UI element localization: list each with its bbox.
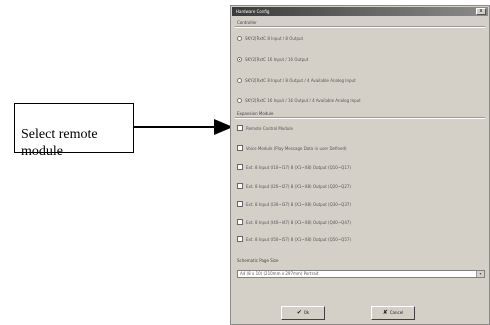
controller-option-label: SKY2[RxtC 8 Input / 8 Output [245, 35, 304, 41]
checkbox[interactable] [237, 164, 243, 170]
controller-option-label: SKY2[RxtC 16 Input / 16 Output [245, 56, 309, 62]
checkbox[interactable] [237, 219, 243, 225]
ok-button[interactable]: ✔ Ok [281, 306, 325, 320]
close-icon: x [479, 8, 483, 14]
controller-option-3[interactable]: SKY2[RxtC 8 Input / 8 Output / 4 Availab… [237, 76, 356, 84]
controller-option-1[interactable]: SKY2[RxtC 8 Input / 8 Output [237, 34, 303, 42]
cancel-button[interactable]: ✘ Cancel [371, 306, 415, 320]
controller-group-divider [235, 26, 485, 28]
controller-group-label: Controller [237, 20, 257, 25]
expansion-option-remote-control[interactable]: Remote Control Module [237, 124, 293, 132]
radio-button-selected[interactable] [237, 56, 242, 62]
radio-button[interactable] [237, 77, 242, 83]
callout-arrow [134, 119, 233, 135]
chevron-down-icon[interactable]: ▾ [476, 271, 484, 277]
check-icon: ✔ [296, 309, 302, 316]
controller-option-label: SKY2[RxtC 16 Input / 16 Output / 4 Avail… [245, 97, 361, 103]
radio-button[interactable] [237, 35, 242, 41]
expansion-option-ext-5[interactable]: Ext. 8 Input (I50~I57) 8 (X1~X8) Output … [237, 235, 351, 243]
hardware-config-dialog: Hardware Config x Controller SKY2[RxtC 8… [230, 5, 490, 325]
expansion-option-label: Ext. 8 Input (I10~I17) 8 (X1~X8) Output … [246, 164, 351, 170]
radio-button[interactable] [237, 97, 242, 103]
checkbox[interactable] [237, 201, 243, 207]
checkbox[interactable] [237, 183, 243, 189]
expansion-option-label: Ext. 8 Input (I50~I57) 8 (X1~X8) Output … [246, 236, 351, 242]
controller-option-2[interactable]: SKY2[RxtC 16 Input / 16 Output [237, 55, 308, 63]
page-size-label: Schematic Page Size [237, 258, 279, 263]
page-size-select[interactable]: A4 (8 x 10) (210mm x 297mm) Portrait ▾ [237, 270, 485, 278]
checkbox[interactable] [237, 236, 243, 242]
checkbox[interactable] [237, 145, 243, 151]
cancel-button-label: Cancel [389, 310, 404, 315]
controller-option-label: SKY2[RxtC 8 Input / 8 Output / 4 Availab… [245, 77, 356, 83]
expansion-option-label: Ext. 8 Input (I40~I47) 8 (X1~X8) Output … [246, 219, 351, 225]
page-size-value: A4 (8 x 10) (210mm x 297mm) Portrait [240, 271, 319, 276]
expansion-option-ext-4[interactable]: Ext. 8 Input (I40~I47) 8 (X1~X8) Output … [237, 218, 351, 226]
expansion-group-label: Expansion Module [237, 111, 274, 116]
controller-option-4[interactable]: SKY2[RxtC 16 Input / 16 Output / 4 Avail… [237, 96, 361, 104]
expansion-option-ext-2[interactable]: Ext. 8 Input (I20~I27) 8 (X1~X8) Output … [237, 182, 351, 190]
ok-button-label: Ok [303, 310, 310, 315]
checkbox[interactable] [237, 125, 243, 131]
expansion-option-label: Ext. 8 Input (I20~I27) 8 (X1~X8) Output … [246, 183, 351, 189]
callout-box: Select remote module [14, 103, 134, 159]
dialog-title: Hardware Config [236, 9, 270, 14]
cancel-icon: ✘ [382, 309, 388, 316]
title-bar: Hardware Config x [232, 7, 488, 16]
expansion-option-label: Ext. 8 Input (I30~I37) 8 (X1~X8) Output … [246, 201, 351, 207]
expansion-option-label: Remote Control Module [246, 125, 293, 131]
expansion-option-label: Voice Module (Play Message Data in user … [246, 145, 347, 151]
expansion-option-ext-3[interactable]: Ext. 8 Input (I30~I37) 8 (X1~X8) Output … [237, 200, 351, 208]
expansion-option-ext-1[interactable]: Ext. 8 Input (I10~I17) 8 (X1~X8) Output … [237, 163, 351, 171]
callout-text: Select remote module [21, 127, 98, 159]
expansion-group-divider [235, 117, 485, 119]
expansion-option-voice[interactable]: Voice Module (Play Message Data in user … [237, 144, 347, 152]
close-button[interactable]: x [476, 8, 486, 15]
